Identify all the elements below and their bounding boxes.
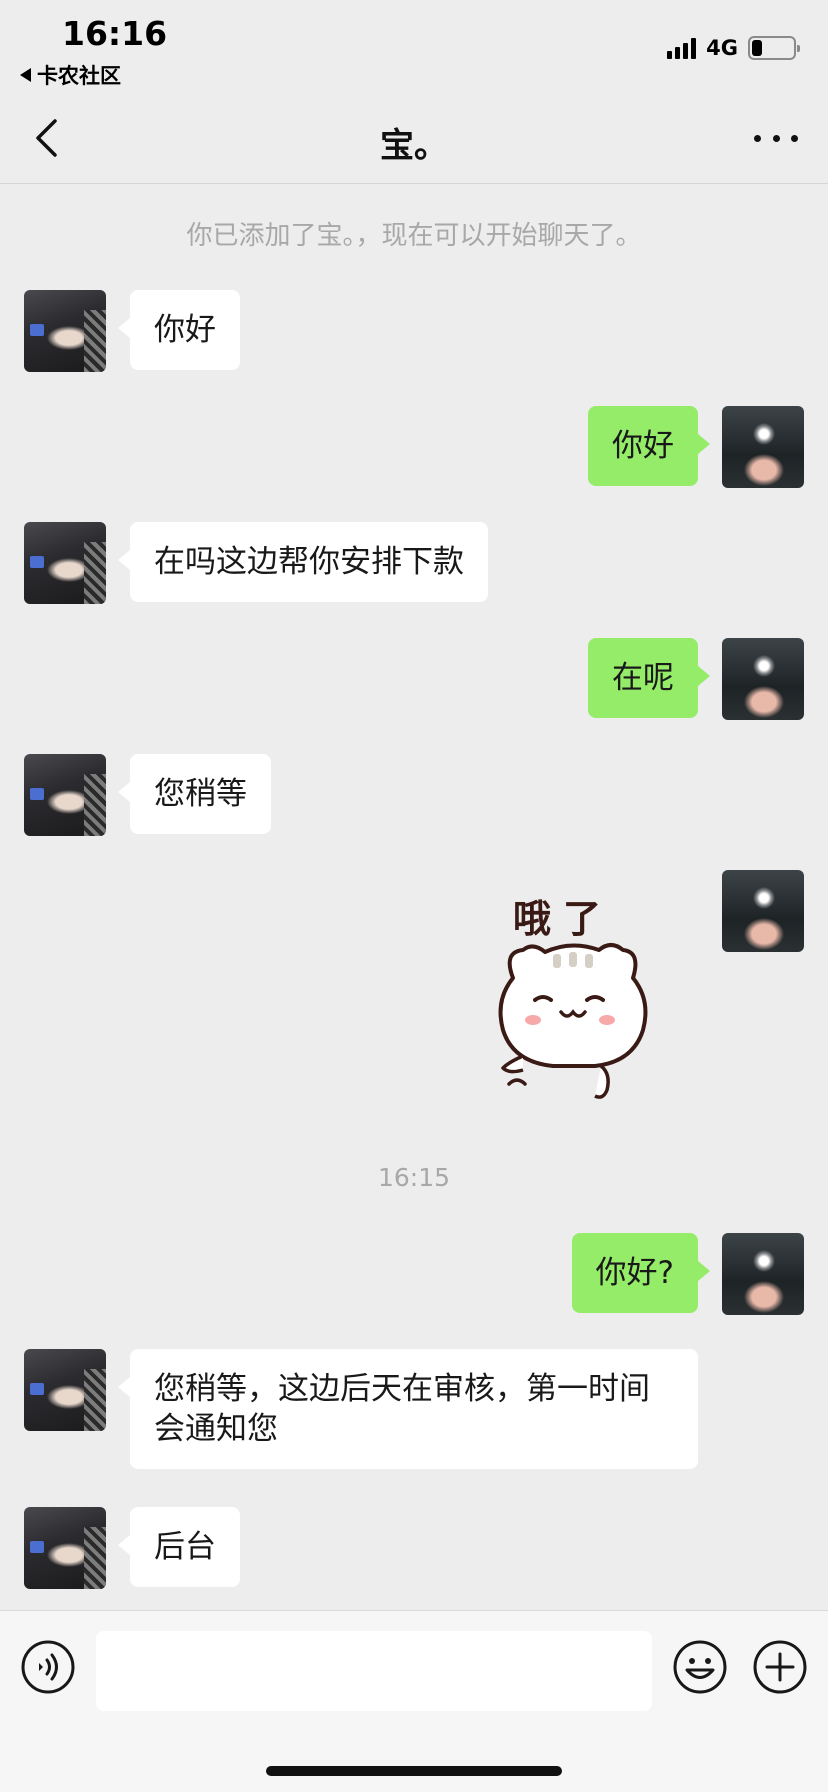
self-avatar[interactable]: [722, 406, 804, 488]
plus-icon: [753, 1640, 807, 1694]
message-bubble[interactable]: 后台: [118, 1507, 240, 1587]
message-bubble[interactable]: 您稍等: [118, 754, 271, 834]
emoji-icon: [673, 1640, 727, 1694]
emoji-button[interactable]: [672, 1639, 728, 1695]
cat-sticker-image: [498, 943, 648, 1099]
message-bubble[interactable]: 在呢: [588, 638, 710, 718]
more-functions-button[interactable]: [752, 1639, 808, 1695]
message-bubble[interactable]: 你好: [118, 290, 240, 370]
voice-icon: [21, 1640, 75, 1694]
status-time: 16:16: [62, 14, 168, 53]
signal-icon: [667, 37, 697, 59]
input-bar: [0, 1610, 828, 1792]
chat-title: 宝。: [380, 126, 448, 166]
battery-icon: [748, 36, 800, 60]
more-button[interactable]: [754, 122, 798, 154]
home-indicator[interactable]: [266, 1766, 562, 1776]
voice-button[interactable]: [20, 1639, 76, 1695]
back-triangle-icon: [20, 68, 31, 82]
cat-sticker[interactable]: 哦了: [483, 870, 663, 1110]
contact-avatar[interactable]: [24, 522, 106, 604]
system-notice: 你已添加了宝。，现在可以开始聊天了。: [186, 221, 642, 251]
contact-avatar[interactable]: [24, 1507, 106, 1589]
contact-avatar[interactable]: [24, 754, 106, 836]
contact-avatar[interactable]: [24, 290, 106, 372]
contact-avatar[interactable]: [24, 1349, 106, 1431]
message-bubble[interactable]: 您稍等，这边后天在审核，第一时间会通知您: [118, 1349, 698, 1469]
status-indicators: 4G: [667, 36, 800, 60]
nav-bar: 宝。: [0, 92, 828, 184]
network-type: 4G: [706, 36, 738, 60]
self-avatar[interactable]: [722, 638, 804, 720]
message-input[interactable]: [96, 1631, 652, 1711]
battery-fill: [752, 40, 762, 56]
status-back-to-app[interactable]: 卡农社区: [20, 60, 121, 90]
self-avatar[interactable]: [722, 1233, 804, 1315]
message-bubble[interactable]: 你好?: [571, 1233, 711, 1313]
self-avatar[interactable]: [722, 870, 804, 952]
chat-area[interactable]: 你已添加了宝。，现在可以开始聊天了。 你好 你好 在吗这边帮你安排下款 在呢 您…: [0, 185, 828, 1610]
status-back-app-label: 卡农社区: [37, 64, 121, 88]
more-dots-icon: [754, 134, 761, 142]
chat-timestamp: 16:15: [377, 1163, 451, 1192]
message-bubble[interactable]: 在吗这边帮你安排下款: [118, 522, 488, 602]
message-bubble[interactable]: 你好: [588, 406, 710, 486]
status-bar: 16:16 卡农社区 4G: [0, 0, 828, 92]
